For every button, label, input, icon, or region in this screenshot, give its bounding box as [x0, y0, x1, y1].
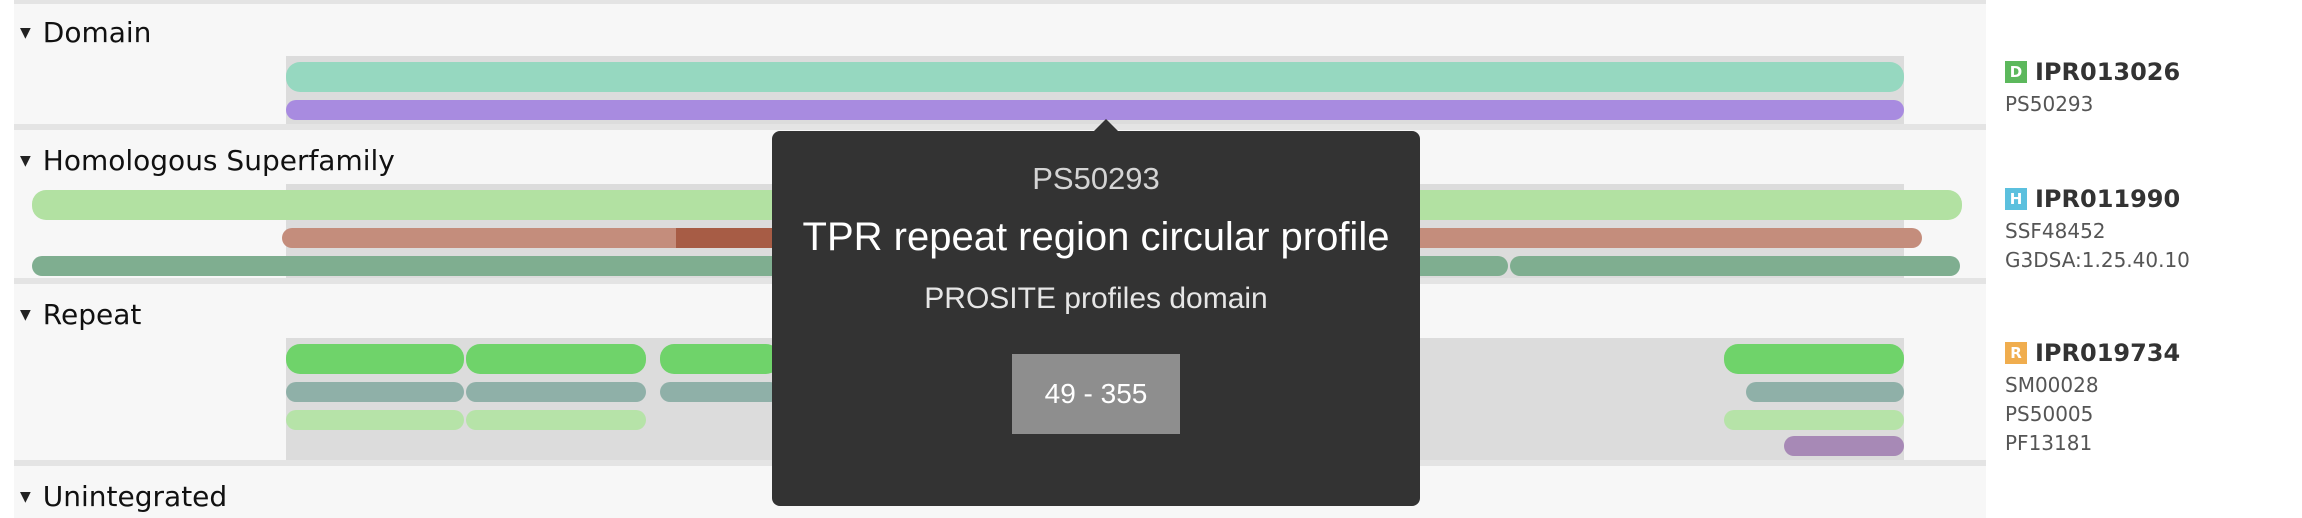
feature-tooltip: PS50293 TPR repeat region circular profi… [772, 131, 1420, 506]
entry-labels-repeat: R IPR019734 SM00028 PS50005 PF13181 [2005, 339, 2180, 458]
member-db-link[interactable]: G3DSA:1.25.40.10 [2005, 246, 2190, 275]
repeat-entry-bar[interactable] [1724, 344, 1904, 374]
section-divider [14, 0, 1986, 4]
sm-member-bar[interactable] [1746, 382, 1904, 402]
caret-down-icon: ▼ [20, 488, 31, 505]
repeat-type-badge: R [2005, 342, 2027, 364]
entry-accession-link[interactable]: IPR013026 [2035, 58, 2180, 86]
caret-down-icon: ▼ [20, 24, 31, 41]
member-db-link[interactable]: PS50005 [2005, 400, 2180, 429]
section-title: Unintegrated [42, 480, 228, 513]
section-title: Domain [42, 16, 152, 49]
ps-member-bar[interactable] [466, 410, 646, 430]
section-header-domain[interactable]: ▼ Domain [20, 16, 151, 49]
tooltip-title: TPR repeat region circular profile [802, 215, 1390, 259]
member-db-link[interactable]: PF13181 [2005, 429, 2180, 458]
repeat-entry-bar[interactable] [660, 344, 780, 374]
member-db-link[interactable]: SSF48452 [2005, 217, 2190, 246]
caret-down-icon: ▼ [20, 152, 31, 169]
caret-down-icon: ▼ [20, 306, 31, 323]
section-header-unintegrated[interactable]: ▼ Unintegrated [20, 480, 227, 513]
section-title: Homologous Superfamily [42, 144, 395, 177]
ps-member-bar[interactable] [1724, 410, 1904, 430]
section-divider [14, 124, 1986, 130]
sm-member-bar[interactable] [466, 382, 646, 402]
section-title: Repeat [42, 298, 142, 331]
repeat-entry-bar[interactable] [466, 344, 646, 374]
tooltip-arrow [1094, 119, 1118, 131]
sm-member-bar[interactable] [286, 382, 464, 402]
entry-labels-homologous: H IPR011990 SSF48452 G3DSA:1.25.40.10 [2005, 185, 2190, 275]
gene3d-member-bar[interactable] [1510, 256, 1960, 276]
tooltip-accession: PS50293 [1032, 161, 1160, 196]
ps-member-bar[interactable] [286, 410, 464, 430]
tooltip-source-type: PROSITE profiles domain [924, 282, 1268, 315]
domain-member-bar[interactable] [286, 100, 1904, 120]
sm-member-bar[interactable] [660, 382, 780, 402]
member-db-link[interactable]: PS50293 [2005, 90, 2180, 119]
domain-entry-bar[interactable] [286, 62, 1904, 92]
homologous-type-badge: H [2005, 188, 2027, 210]
section-header-homologous[interactable]: ▼ Homologous Superfamily [20, 144, 395, 177]
ssf-member-segment[interactable] [676, 228, 772, 248]
tooltip-range: 49 - 355 [1012, 354, 1180, 434]
repeat-entry-bar[interactable] [286, 344, 464, 374]
entry-accession-link[interactable]: IPR019734 [2035, 339, 2180, 367]
entry-accession-link[interactable]: IPR011990 [2035, 185, 2180, 213]
entry-labels-domain: D IPR013026 PS50293 [2005, 58, 2180, 119]
domain-type-badge: D [2005, 61, 2027, 83]
pf-member-bar[interactable] [1784, 436, 1904, 456]
section-header-repeat[interactable]: ▼ Repeat [20, 298, 141, 331]
member-db-link[interactable]: SM00028 [2005, 371, 2180, 400]
